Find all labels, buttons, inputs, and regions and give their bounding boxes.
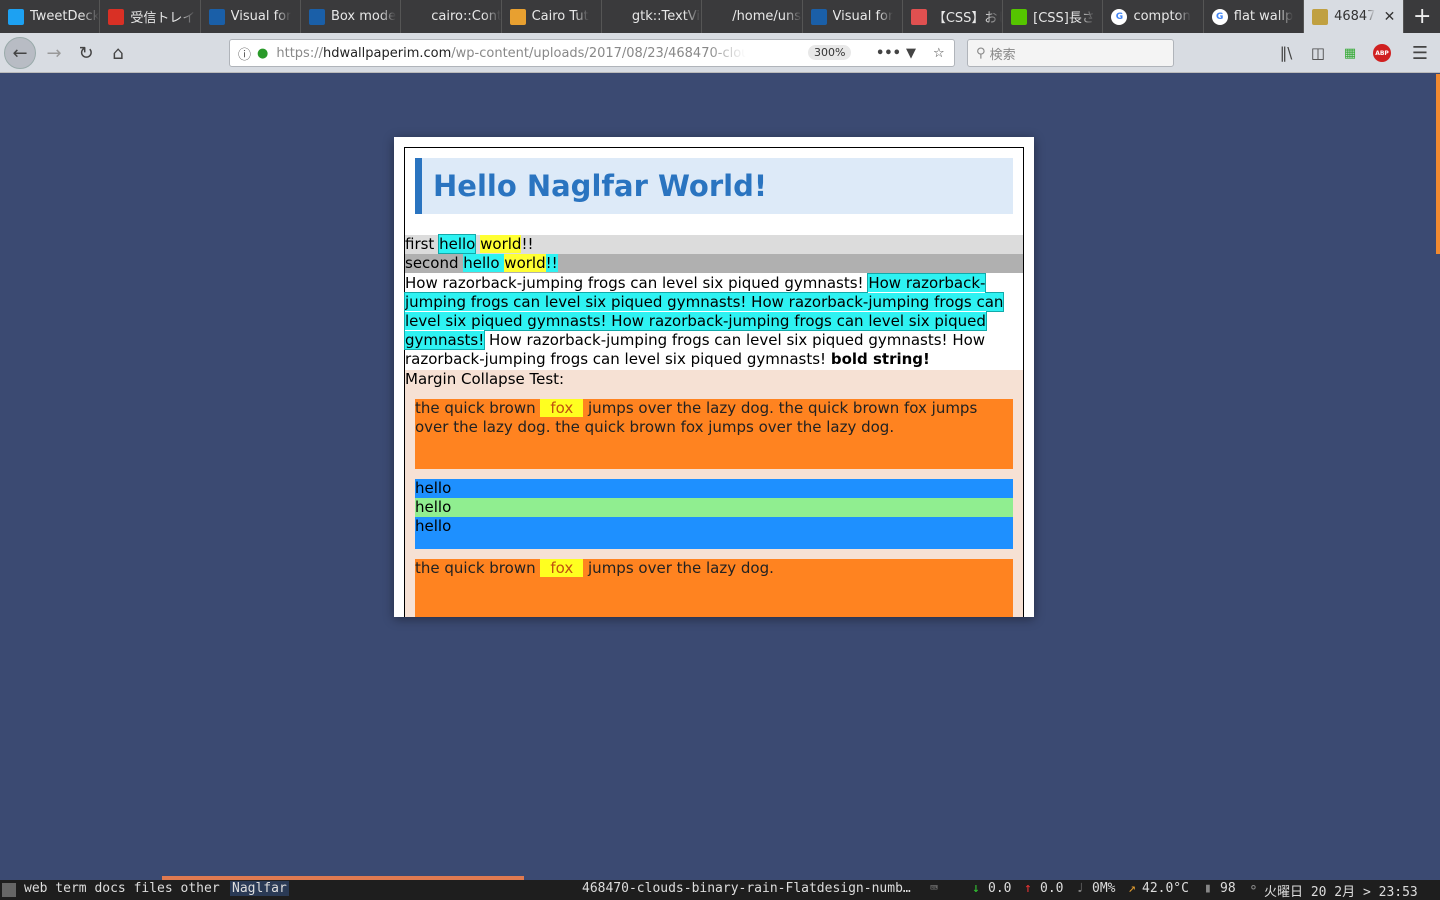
new-tab-button[interactable]: +: [1404, 0, 1440, 33]
tab-label: Cairo Tut: [531, 9, 589, 24]
info-icon[interactable]: ⓘ: [238, 44, 251, 63]
tab-9[interactable]: 【CSS】おし: [903, 0, 1004, 33]
first-line: first hello world!!: [405, 234, 1023, 254]
bookmark-star-icon[interactable]: ☆: [933, 46, 945, 61]
tab-label: Visual for: [230, 9, 292, 24]
keyboard-icon: ⌨: [930, 881, 938, 896]
hello-row-1: hello: [415, 479, 1013, 498]
tab-4[interactable]: cairo::Context: [401, 0, 502, 33]
tab-1[interactable]: 受信トレイ: [100, 0, 201, 33]
wallpaper-icon: [1312, 8, 1329, 25]
tab-3[interactable]: Box mode: [301, 0, 402, 33]
rendered-document: Hello Naglfar World! first hello world!!…: [403, 147, 1024, 617]
layout-icon[interactable]: [2, 883, 16, 897]
tab-label: TweetDeck: [30, 9, 100, 24]
window-title: 468470-clouds-binary-rain-Flatdesign-num…: [582, 881, 911, 896]
window-manager-bar: web term docs files other Naglfar 468470…: [0, 880, 1440, 900]
margin-title: Margin Collapse Test:: [405, 370, 565, 388]
url-text[interactable]: https://hdwallpaperim.com/wp-content/upl…: [276, 46, 746, 61]
home-button[interactable]: ⌂: [102, 37, 134, 69]
adblock-icon[interactable]: ABP: [1366, 37, 1398, 69]
url-bar[interactable]: ⓘ ● https://hdwallpaperim.com/wp-content…: [229, 39, 955, 67]
gmail-icon: [108, 8, 125, 25]
second-line: second hello world!!: [405, 254, 1023, 273]
hello-row-2: hello: [415, 498, 1013, 517]
tab-13[interactable]: 46847 ✕: [1304, 0, 1405, 33]
temperature: 42.0°C: [1142, 881, 1189, 896]
search-input[interactable]: ⚲ 検索: [967, 39, 1174, 67]
workspace-list[interactable]: web term docs files other: [24, 881, 220, 896]
upload-rate: 0.0: [1040, 881, 1064, 896]
library-icon[interactable]: ‖\: [1270, 37, 1302, 69]
qiita-icon: [1011, 8, 1028, 25]
tab-bar: TweetDeck 受信トレイ Visual for Box mode cairo::C…: [0, 0, 1440, 33]
tab-10[interactable]: [CSS]長さ: [1003, 0, 1104, 33]
w3c-icon: [208, 8, 225, 25]
scrollbar-thumb[interactable]: [1436, 74, 1440, 254]
tab-label: Box mode: [330, 9, 397, 24]
download-rate: 0.0: [988, 881, 1012, 896]
forward-button[interactable]: →: [38, 37, 70, 69]
zoom-indicator[interactable]: 300%: [808, 45, 852, 60]
tab-12[interactable]: Gflat wallp: [1204, 0, 1305, 33]
navigation-bar: ← → ↻ ⌂ ⓘ ● https://hdwallpaperim.com/wp…: [0, 33, 1440, 73]
cairo-icon: [509, 8, 526, 25]
w3c-icon: [308, 8, 325, 25]
tab-label: compton: [1133, 9, 1191, 24]
tab-5[interactable]: Cairo Tut: [502, 0, 602, 33]
sidebar-icon[interactable]: ◫: [1302, 37, 1334, 69]
battery-icon: ▮: [1204, 881, 1212, 896]
upload-icon: ↑: [1024, 881, 1032, 896]
margin-collapse-section: Margin Collapse Test: the quick brown fo…: [405, 370, 1023, 617]
menu-icon[interactable]: ☰: [1404, 37, 1436, 69]
extension-icon[interactable]: ▦: [1334, 37, 1366, 69]
css-icon: [910, 8, 927, 25]
tab-label: flat wallp: [1233, 9, 1294, 24]
blank-icon: [610, 9, 626, 25]
date-time: 火曜日 20 2月 > 23:53: [1264, 885, 1418, 900]
tab-label: /home/unsig: [732, 9, 802, 24]
twitter-icon: [8, 8, 24, 25]
google-icon: G: [1111, 8, 1128, 25]
tab-6[interactable]: gtk::TextView: [602, 0, 703, 33]
clock-icon: ⚬: [1248, 881, 1259, 896]
google-icon: G: [1211, 8, 1228, 25]
page-actions-icon[interactable]: •••: [876, 46, 901, 61]
tab-label: 46847: [1334, 9, 1376, 24]
close-tab-icon[interactable]: ✕: [1384, 9, 1396, 25]
tab-label: [CSS]長さ: [1033, 11, 1095, 26]
orange-box-1: the quick brown fox jumps over the lazy …: [415, 399, 1013, 469]
text-paragraph: How razorback-jumping frogs can level si…: [403, 273, 1005, 368]
tab-label: gtk::TextView: [631, 9, 701, 24]
search-icon: ⚲: [976, 45, 986, 61]
hello-row-3: hello: [415, 517, 1013, 549]
page-title: Hello Naglfar World!: [433, 169, 768, 203]
tab-label: 受信トレイ: [130, 11, 196, 26]
volume-icon: ♩: [1076, 881, 1084, 896]
tab-label: cairo::Context: [431, 9, 500, 24]
battery-level: 98: [1220, 881, 1236, 896]
tab-8[interactable]: Visual for: [803, 0, 903, 33]
pocket-icon[interactable]: ▼: [906, 46, 916, 61]
tab-7[interactable]: /home/unsig: [702, 0, 803, 33]
blank-icon: [409, 9, 425, 25]
tab-0[interactable]: TweetDeck: [0, 0, 101, 33]
active-workspace[interactable]: Naglfar: [230, 881, 289, 896]
orange-box-2: the quick brown fox jumps over the lazy …: [415, 559, 1013, 617]
volume-level: 0M%: [1092, 881, 1116, 896]
displayed-image: Hello Naglfar World! first hello world!!…: [394, 137, 1034, 617]
tab-11[interactable]: Gcompton: [1103, 0, 1204, 33]
tab-2[interactable]: Visual for: [201, 0, 301, 33]
back-button[interactable]: ←: [4, 37, 36, 69]
blank-icon: [710, 9, 726, 25]
lock-icon: ●: [257, 45, 269, 61]
download-icon: ↓: [972, 881, 980, 896]
tab-label: Visual for: [832, 9, 894, 24]
reload-button[interactable]: ↻: [70, 37, 102, 69]
temperature-icon: ↗: [1128, 881, 1136, 896]
page-heading-box: Hello Naglfar World!: [415, 158, 1013, 214]
w3c-icon: [810, 8, 827, 25]
tab-label: 【CSS】おし: [932, 11, 1002, 26]
